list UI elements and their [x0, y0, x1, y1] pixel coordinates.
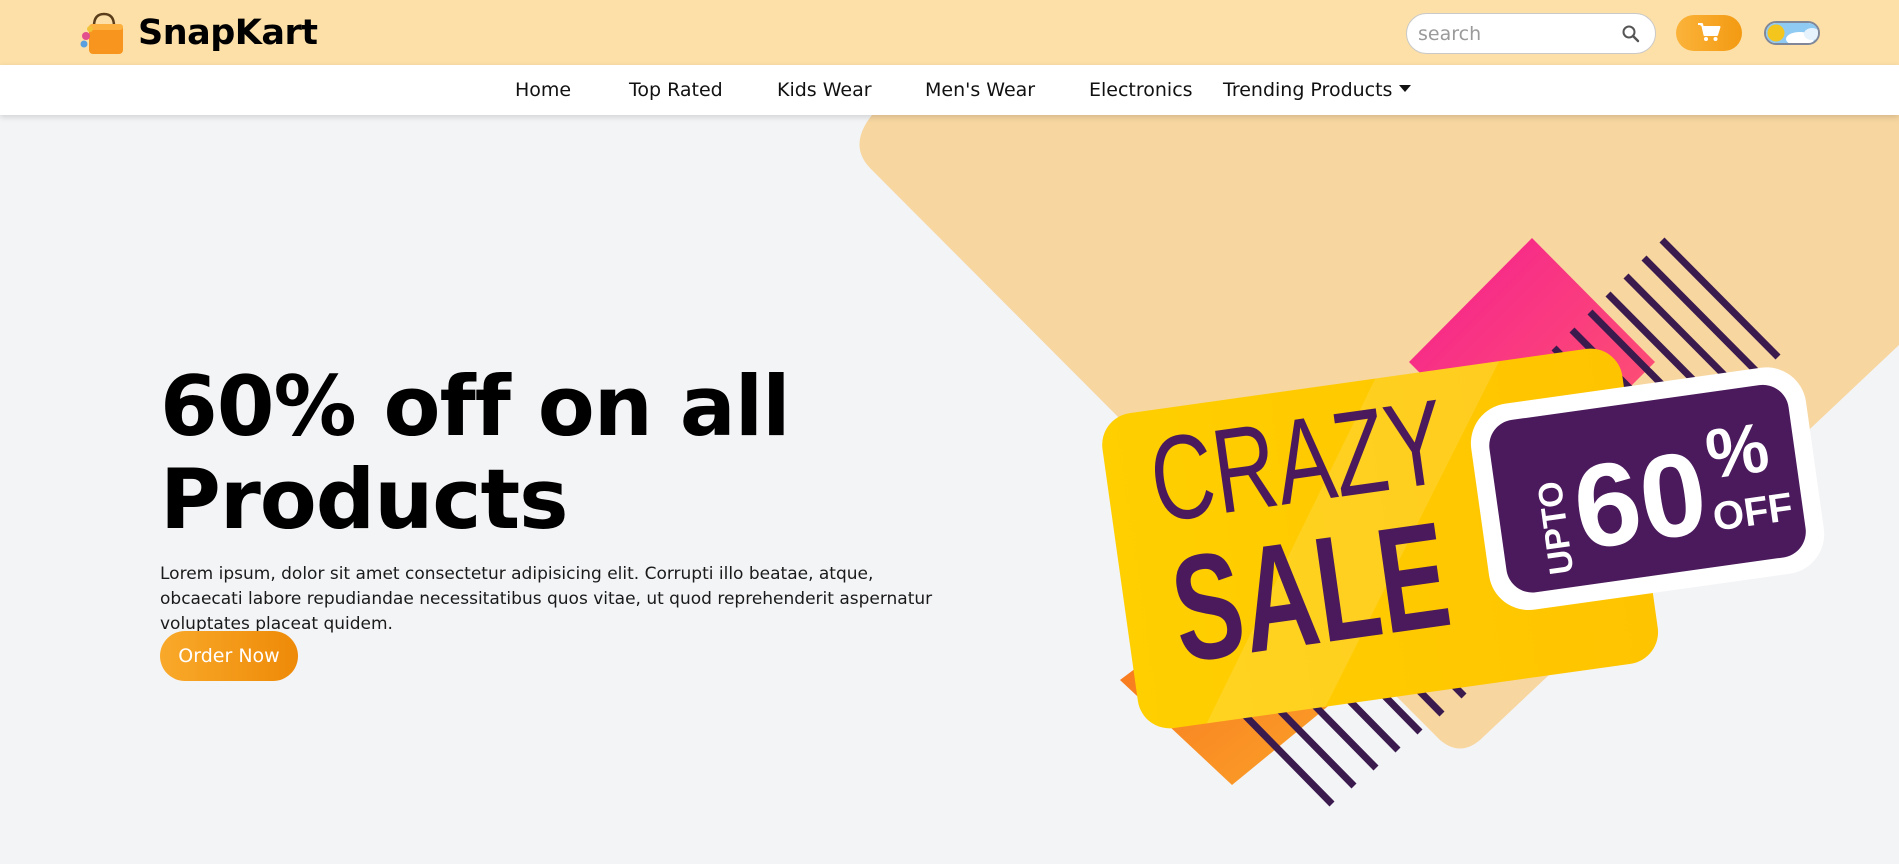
banner-percent-sign: % [1701, 408, 1773, 494]
brand-name: SnapKart [138, 13, 318, 53]
brand[interactable]: SnapKart [80, 10, 318, 56]
top-bar: SnapKart [0, 0, 1899, 65]
search-input[interactable] [1418, 22, 1608, 45]
caret-down-icon [1399, 85, 1412, 92]
nav-item-trending-products[interactable]: Trending Products [1223, 65, 1412, 115]
banner-percent-value: 60 [1566, 426, 1715, 575]
sun-cloud-icon [1766, 23, 1818, 43]
nav-item-mens-wear[interactable]: Men's Wear [925, 65, 1035, 115]
shopping-bag-icon [80, 10, 128, 56]
cart-button[interactable] [1676, 15, 1742, 51]
theme-toggle[interactable] [1764, 21, 1820, 45]
hero-description: Lorem ipsum, dolor sit amet consectetur … [160, 564, 933, 634]
nav-item-top-rated[interactable]: Top Rated [629, 65, 723, 115]
nav-item-electronics[interactable]: Electronics [1089, 65, 1193, 115]
search-icon[interactable] [1621, 24, 1641, 44]
hero-title: 60% off on all Products [160, 358, 791, 548]
nav-item-trending-label: Trending Products [1223, 79, 1393, 101]
nav-item-kids-wear[interactable]: Kids Wear [777, 65, 872, 115]
nav-item-home[interactable]: Home [515, 65, 571, 115]
main-nav: Home Top Rated Kids Wear Men's Wear Elec… [0, 65, 1899, 115]
search-box [1406, 13, 1656, 54]
cart-icon [1697, 22, 1721, 45]
order-now-button[interactable]: Order Now [160, 631, 298, 681]
